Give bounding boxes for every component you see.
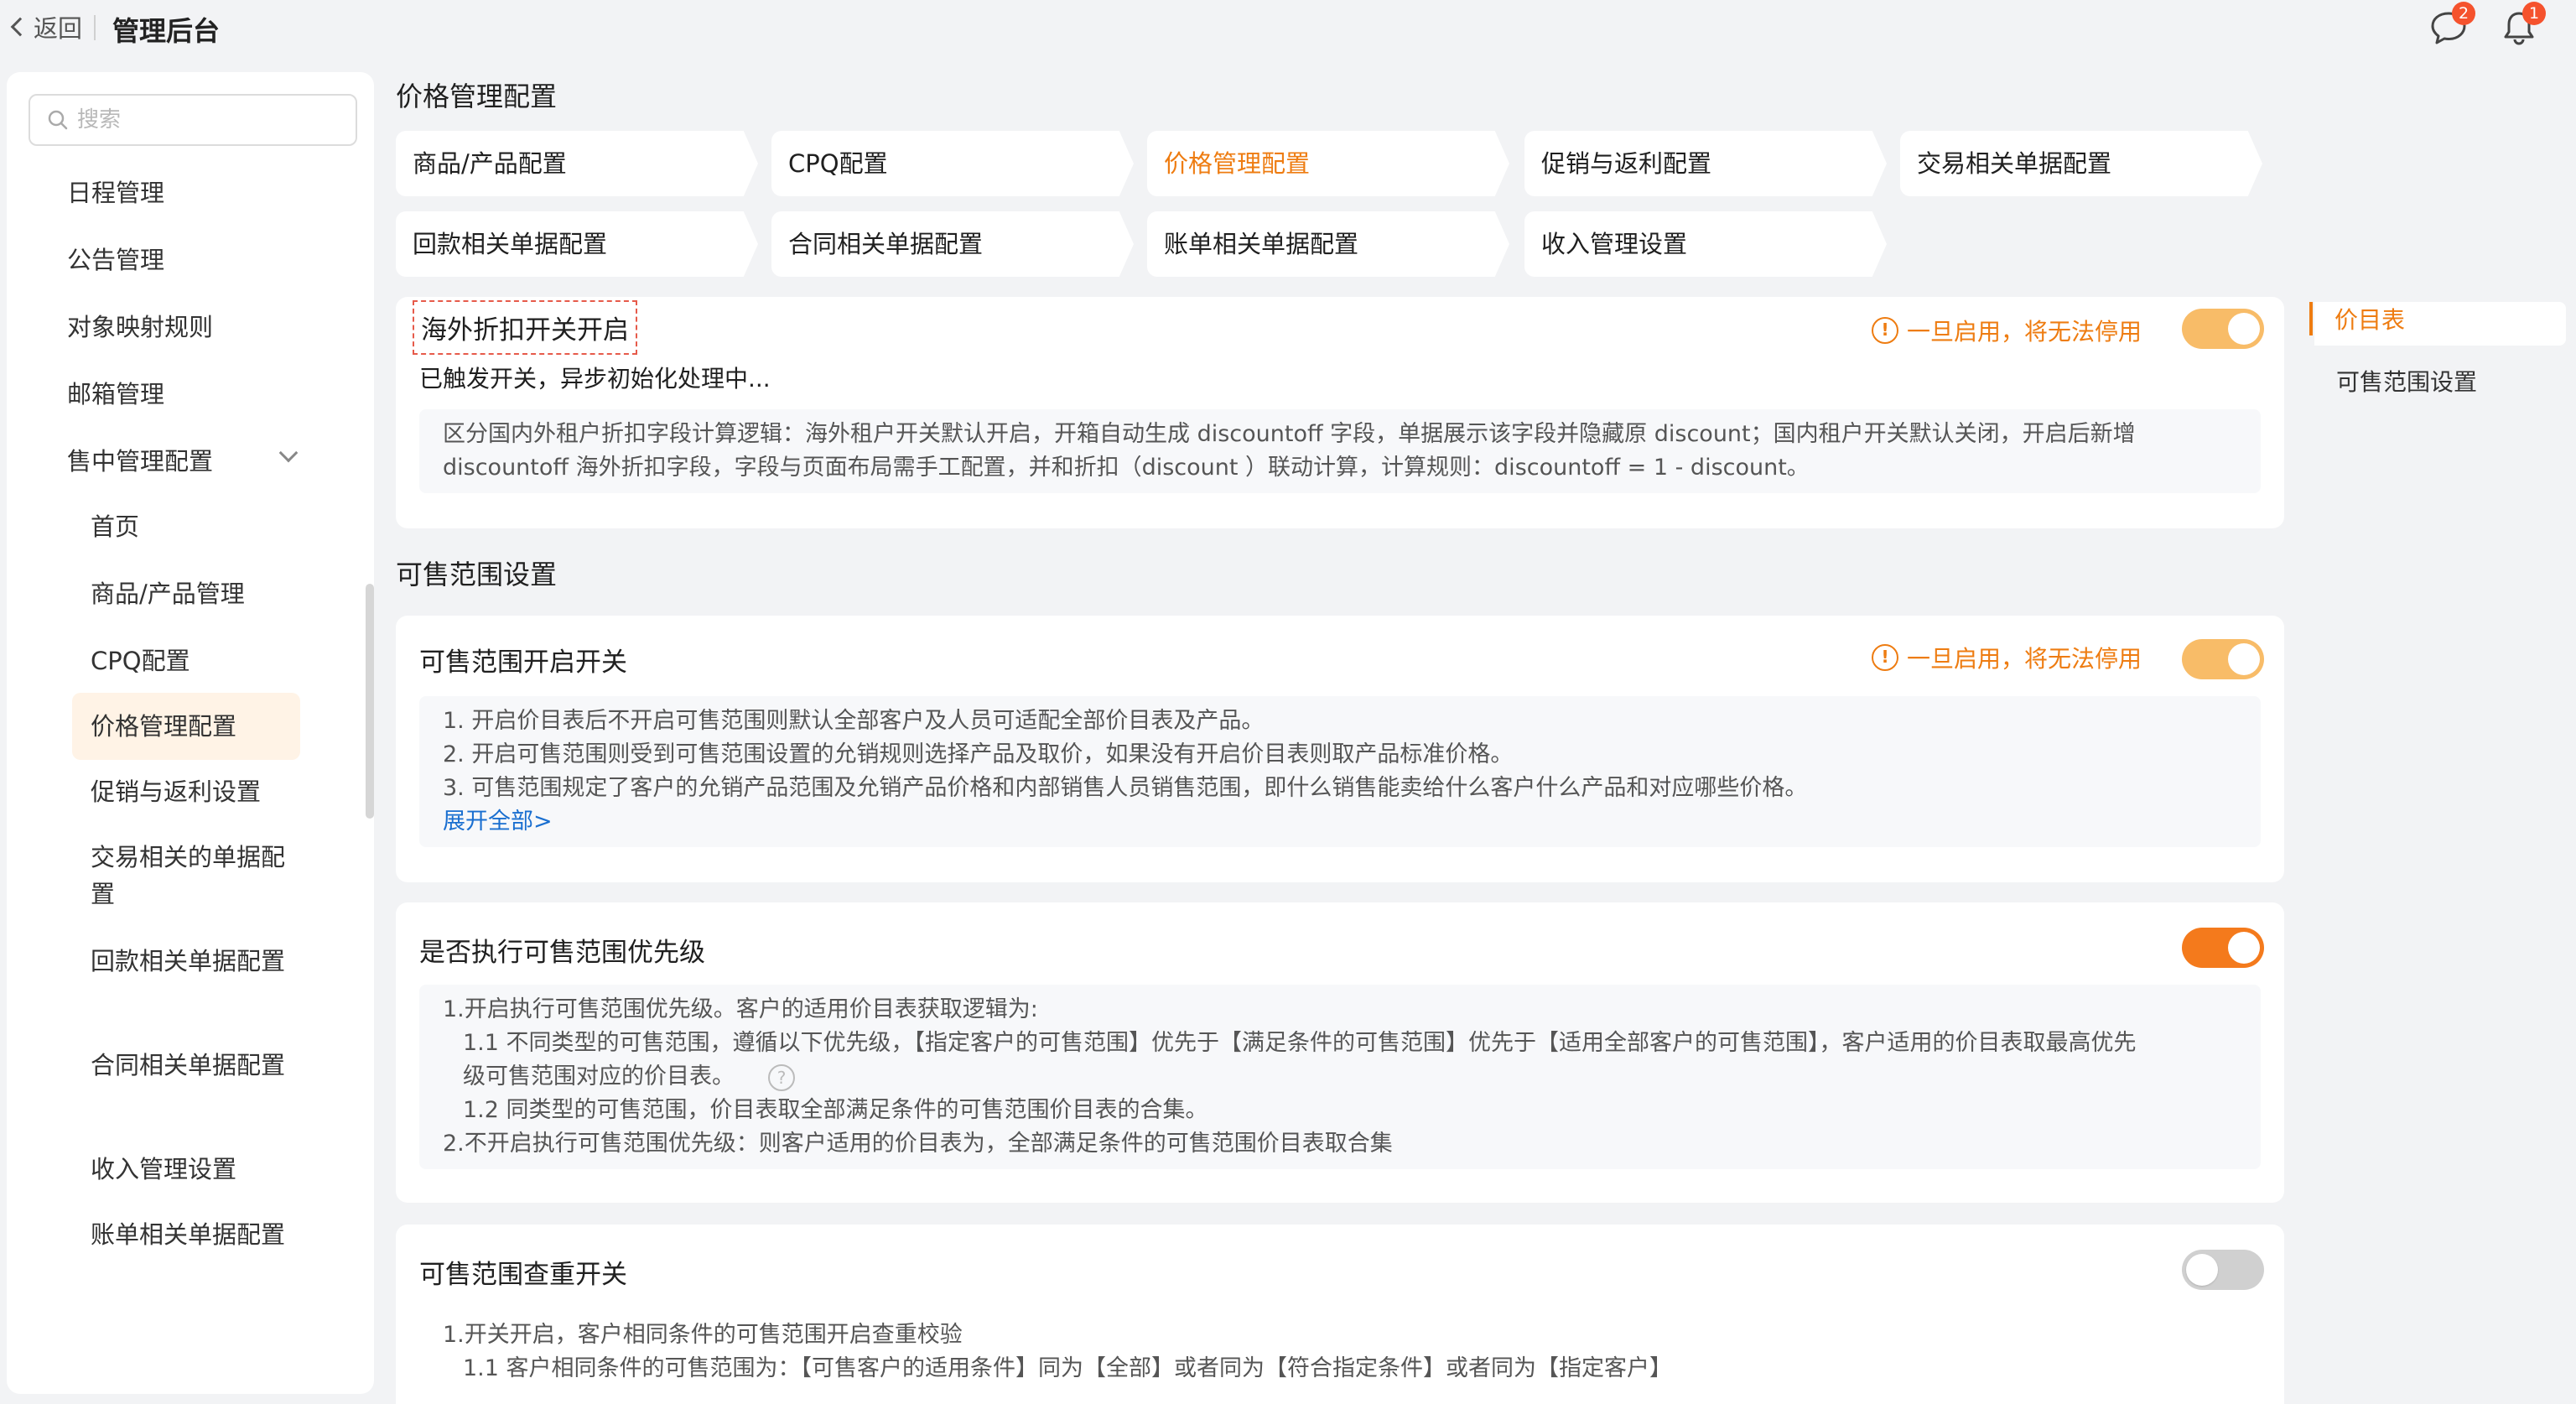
note-line: 2.不开启执行可售范围优先级：则客户适用的价目表为，全部满足条件的可售范围价目表… [443,1131,1393,1157]
back-label: 返回 [34,14,83,43]
sidebar-item-cpq[interactable]: CPQ配置 [91,642,292,679]
step-bill-docs-config[interactable]: 账单相关单据配置 [1147,211,1509,277]
priority-card: 是否执行可售范围优先级 1.开启执行可售范围优先级。客户的适用价目表获取逻辑为:… [396,902,2284,1203]
overseas-discount-title: 海外折扣开关开启 [413,300,637,355]
sidebar-item-contract-docs[interactable]: 合同相关单据配置 [91,1047,292,1084]
overseas-warning: ! 一旦启用，将无法停用 [1872,314,2142,347]
step-contract-docs-config[interactable]: 合同相关单据配置 [771,211,1134,277]
range-switch-card: 可售范围开启开关 ! 一旦启用，将无法停用 1. 开启价目表后不开启可售范围则默… [396,616,2284,882]
message-button[interactable]: 2 [2428,2,2475,47]
warning-icon: ! [1872,317,1898,344]
warning-icon: ! [1872,644,1898,671]
range-switch-title: 可售范围开启开关 [419,647,627,678]
note-line: 1. 开启价目表后不开启可售范围则默认全部客户及人员可适配全部价目表及产品。 [443,708,1265,734]
overseas-discount-card: 海外折扣开关开启 已触发开关，异步初始化处理中... ! 一旦启用，将无法停用 … [396,297,2284,528]
toggle-knob [2186,1254,2218,1286]
search-icon [48,110,68,130]
anchor-indicator [2309,302,2313,335]
note-line: discountoff 海外折扣字段，字段与页面布局需手工配置，并和折扣（dis… [443,455,1810,481]
sidebar: 日程管理 公告管理 对象映射规则 邮箱管理 售中管理配置 首页 商品/产品管理 … [7,72,374,1394]
section-title-range: 可售范围设置 [396,559,558,590]
priority-toggle[interactable] [2182,928,2264,968]
toggle-knob [2228,313,2260,345]
range-warning-text: 一旦启用，将无法停用 [1907,645,2142,673]
expand-all-link[interactable]: 展开全部> [443,805,2237,839]
step-cpq-config[interactable]: CPQ配置 [771,131,1134,196]
step-payment-docs-config[interactable]: 回款相关单据配置 [396,211,758,277]
note-line: 1.1 不同类型的可售范围，遵循以下优先级，【指定客户的可售范围】优先于【满足条… [463,1030,2137,1056]
anchor-price-list[interactable]: 价目表 [2314,302,2566,346]
sidebar-item-trade-docs[interactable]: 交易相关的单据配置 [91,839,292,913]
toggle-knob [2228,643,2260,675]
overseas-warning-text: 一旦启用，将无法停用 [1907,318,2142,346]
sidebar-item-home[interactable]: 首页 [91,508,292,545]
app-title: 管理后台 [112,15,221,47]
range-switch-toggle[interactable] [2182,639,2264,679]
top-bar: 返回 管理后台 2 1 [0,0,2576,55]
sidebar-item-revenue[interactable]: 收入管理设置 [91,1151,292,1188]
dup-check-title: 可售范围查重开关 [419,1260,627,1290]
range-warning: ! 一旦启用，将无法停用 [1872,641,2142,674]
note-line: 1.1 客户相同条件的可售范围为：【可售客户的适用条件】同为【全部】或者同为【符… [463,1355,1673,1381]
sidebar-item-price-mgmt[interactable]: 价格管理配置 [72,693,300,760]
chevron-down-icon[interactable] [278,443,299,463]
toggle-knob [2228,932,2260,964]
step-revenue-config[interactable]: 收入管理设置 [1524,211,1887,277]
note-line: 1.开启执行可售范围优先级。客户的适用价目表获取逻辑为: [443,996,1038,1022]
divider [94,15,96,40]
step-trade-docs-config[interactable]: 交易相关单据配置 [1900,131,2262,196]
sidebar-item-bill-docs[interactable]: 账单相关单据配置 [91,1216,292,1253]
dup-check-toggle[interactable] [2182,1250,2264,1290]
notification-badge: 1 [2522,2,2546,25]
overseas-discount-toggle[interactable] [2182,309,2264,349]
step-price-config[interactable]: 价格管理配置 [1147,131,1509,196]
note-line: 1.开关开启，客户相同条件的可售范围开启查重校验 [443,1322,963,1348]
step-promotion-config[interactable]: 促销与返利配置 [1524,131,1887,196]
note-line: 1.2 同类型的可售范围，价目表取全部满足条件的可售范围价目表的合集。 [463,1097,1208,1123]
sidebar-item-product-mgmt[interactable]: 商品/产品管理 [91,575,292,612]
sidebar-item-payment-docs[interactable]: 回款相关单据配置 [91,943,292,980]
sidebar-item-promotion[interactable]: 促销与返利设置 [91,773,292,810]
chevron-left-icon [10,17,30,37]
range-switch-note: 1. 开启价目表后不开启可售范围则默认全部客户及人员可适配全部价目表及产品。 2… [419,696,2261,847]
priority-note: 1.开启执行可售范围优先级。客户的适用价目表获取逻辑为: 1.1 不同类型的可售… [419,985,2261,1169]
overseas-discount-status: 已触发开关，异步初始化处理中... [419,365,771,393]
help-icon[interactable]: ? [768,1063,795,1091]
sidebar-item-schedule[interactable]: 日程管理 [67,174,164,211]
back-button[interactable]: 返回 [8,12,83,43]
dup-check-note: 1.开关开启，客户相同条件的可售范围开启查重校验 1.1 客户相同条件的可售范围… [419,1310,2261,1394]
message-badge: 2 [2452,2,2475,25]
note-line: 级可售范围对应的价目表。 [463,1063,735,1089]
notification-button[interactable]: 1 [2499,2,2546,47]
scrollbar[interactable] [366,584,374,819]
note-line: 区分国内外租户折扣字段计算逻辑：海外租户开关默认开启，开箱自动生成 discou… [443,421,2136,447]
anchor-range-setting[interactable]: 可售范围设置 [2336,364,2477,398]
sidebar-item-mailbox[interactable]: 邮箱管理 [67,376,164,413]
page-title: 价格管理配置 [396,81,558,112]
note-line: 2. 开启可售范围则受到可售范围设置的允销规则选择产品及取价，如果没有开启价目表… [443,741,1514,767]
step-product-config[interactable]: 商品/产品配置 [396,131,758,196]
note-line: 3. 可售范围规定了客户的允销产品范围及允销产品价格和内部销售人员销售范围，即什… [443,775,1808,801]
search-box[interactable] [29,94,357,146]
priority-title: 是否执行可售范围优先级 [419,938,705,968]
sidebar-item-object-mapping[interactable]: 对象映射规则 [67,309,213,346]
search-input[interactable] [77,107,345,133]
overseas-discount-note: 区分国内外租户折扣字段计算逻辑：海外租户开关默认开启，开箱自动生成 discou… [419,409,2261,493]
sidebar-item-sales-config[interactable]: 售中管理配置 [67,443,213,480]
sidebar-item-announcement[interactable]: 公告管理 [67,242,164,278]
dup-check-card: 可售范围查重开关 1.开关开启，客户相同条件的可售范围开启查重校验 1.1 客户… [396,1225,2284,1404]
